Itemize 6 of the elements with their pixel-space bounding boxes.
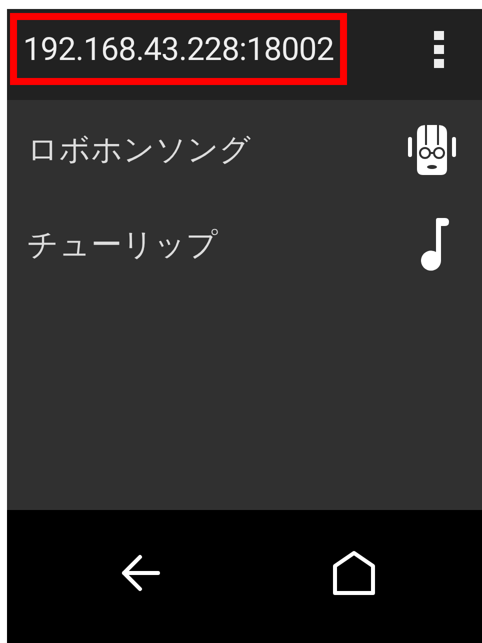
home-icon[interactable] xyxy=(332,550,376,596)
song-item[interactable]: ロボホンソング xyxy=(27,128,251,170)
menu-icon[interactable] xyxy=(434,31,444,68)
robot-head-icon xyxy=(408,124,456,174)
server-address: 192.168.43.228:18002 xyxy=(10,12,347,84)
song-item[interactable]: チューリップ xyxy=(27,224,218,266)
